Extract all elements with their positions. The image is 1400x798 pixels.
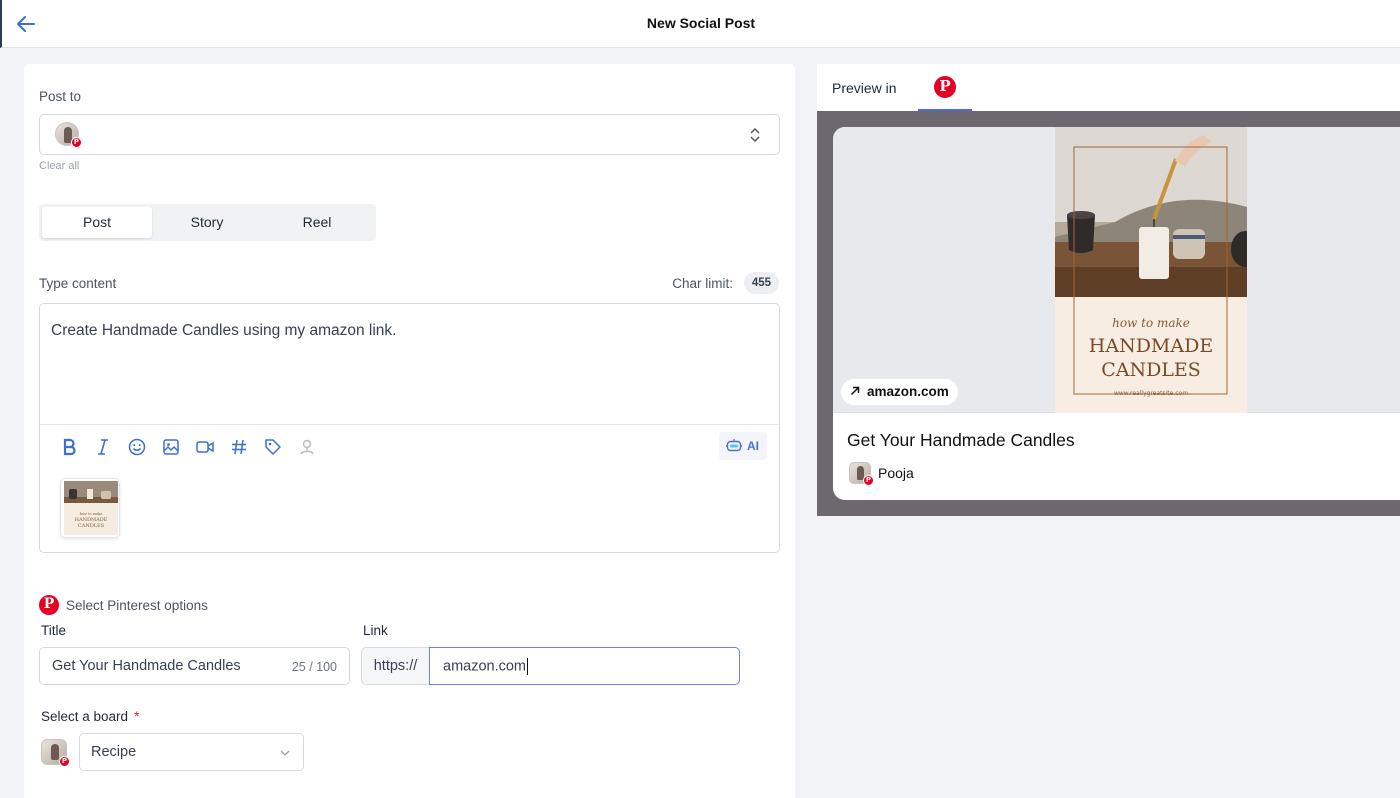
preview-panel: Preview in P how to make HANDMADE CANDLE… [817,64,1400,516]
tab-reel[interactable]: Reel [262,207,372,238]
tab-post[interactable]: Post [42,207,152,238]
top-bar: New Social Post [0,0,1400,48]
post-to-select[interactable]: P [39,114,780,155]
link-input[interactable]: amazon.com [429,647,740,685]
emoji-icon[interactable] [126,436,148,458]
link-label: Link [363,623,388,638]
board-select[interactable]: Recipe [79,733,304,771]
pin-preview-card: how to make HANDMADE CANDLES www.reallyg… [833,127,1400,500]
content-label: Type content [39,276,117,291]
image-icon[interactable] [160,436,182,458]
domain-text: amazon.com [867,384,949,399]
italic-icon[interactable] [92,436,114,458]
tab-preview-pinterest[interactable]: P [918,64,972,111]
link-value[interactable]: amazon.com [443,658,529,675]
char-limit-badge: 455 [743,272,779,294]
pinterest-logo-icon: P [934,76,956,98]
link-prefix: https:// [361,647,429,685]
chevron-down-icon [280,750,290,756]
pinterest-options-heading: Select Pinterest options [66,598,208,613]
post-to-label: Post to [39,89,82,104]
page-title: New Social Post [646,15,756,31]
title-label: Title [41,623,67,638]
art-line-3: CANDLES [1101,359,1201,381]
post-type-tabs: Post Story Reel [39,204,376,241]
ai-assistant-button[interactable]: AI [719,432,767,460]
text-caret [527,658,529,675]
pin-title: Get Your Handmade Candles [847,430,1075,450]
candle-image-thumbnail: how to make HANDMADE CANDLES [61,479,119,537]
external-link-arrow-icon [850,386,860,396]
title-input[interactable]: Get Your Handmade Candles 25 / 100 [39,647,350,685]
location-person-icon[interactable] [296,436,318,458]
tag-icon[interactable] [262,436,284,458]
pinterest-badge-icon: P [863,475,874,486]
author-avatar: P [849,462,874,486]
pin-image-area: how to make HANDMADE CANDLES www.reallyg… [833,127,1400,413]
required-marker: * [134,709,140,724]
video-icon[interactable] [194,436,216,458]
robot-icon [726,439,742,452]
clear-all-link[interactable]: Clear all [39,160,79,172]
preview-label: Preview in [832,80,897,96]
art-line-2: HANDMADE [1089,335,1213,357]
select-arrows-icon[interactable] [749,126,761,144]
pin-author-name: Pooja [878,465,914,481]
candle-graphic: how to make HANDMADE CANDLES www.reallyg… [1055,127,1247,413]
editor-divider [40,424,779,425]
pinterest-badge-icon: P [71,137,82,148]
svg-text:CANDLES: CANDLES [78,523,105,529]
tab-story[interactable]: Story [152,207,262,238]
board-label: Select a board * [41,709,140,724]
content-editor[interactable]: Create Handmade Candles using my amazon … [39,303,780,553]
char-limit-label: Char limit: [672,276,733,291]
pinterest-badge-icon: P [59,756,70,767]
preview-canvas: how to make HANDMADE CANDLES www.reallyg… [817,111,1400,516]
board-account-avatar: P [41,739,70,767]
attached-image-thumbnail[interactable]: how to make HANDMADE CANDLES [60,478,120,538]
content-text[interactable]: Create Handmade Candles using my amazon … [51,322,396,340]
title-value[interactable]: Get Your Handmade Candles [52,658,241,674]
ai-label: AI [747,439,759,453]
art-line-4: www.reallygreatsite.com [1114,390,1188,397]
account-avatar[interactable]: P [55,122,82,148]
pin-image: how to make HANDMADE CANDLES www.reallyg… [1055,127,1247,413]
art-line-1: how to make [1112,316,1190,330]
composer-card: Post to P Clear all Post Story Reel Type… [24,64,795,798]
svg-text:how to make: how to make [80,512,103,516]
domain-link-pill[interactable]: amazon.com [841,379,958,405]
pinterest-logo-icon: P [39,595,59,615]
title-char-counter: 25 / 100 [291,660,337,674]
board-value: Recipe [91,744,137,760]
bold-icon[interactable] [58,436,80,458]
hashtag-icon[interactable] [228,436,250,458]
